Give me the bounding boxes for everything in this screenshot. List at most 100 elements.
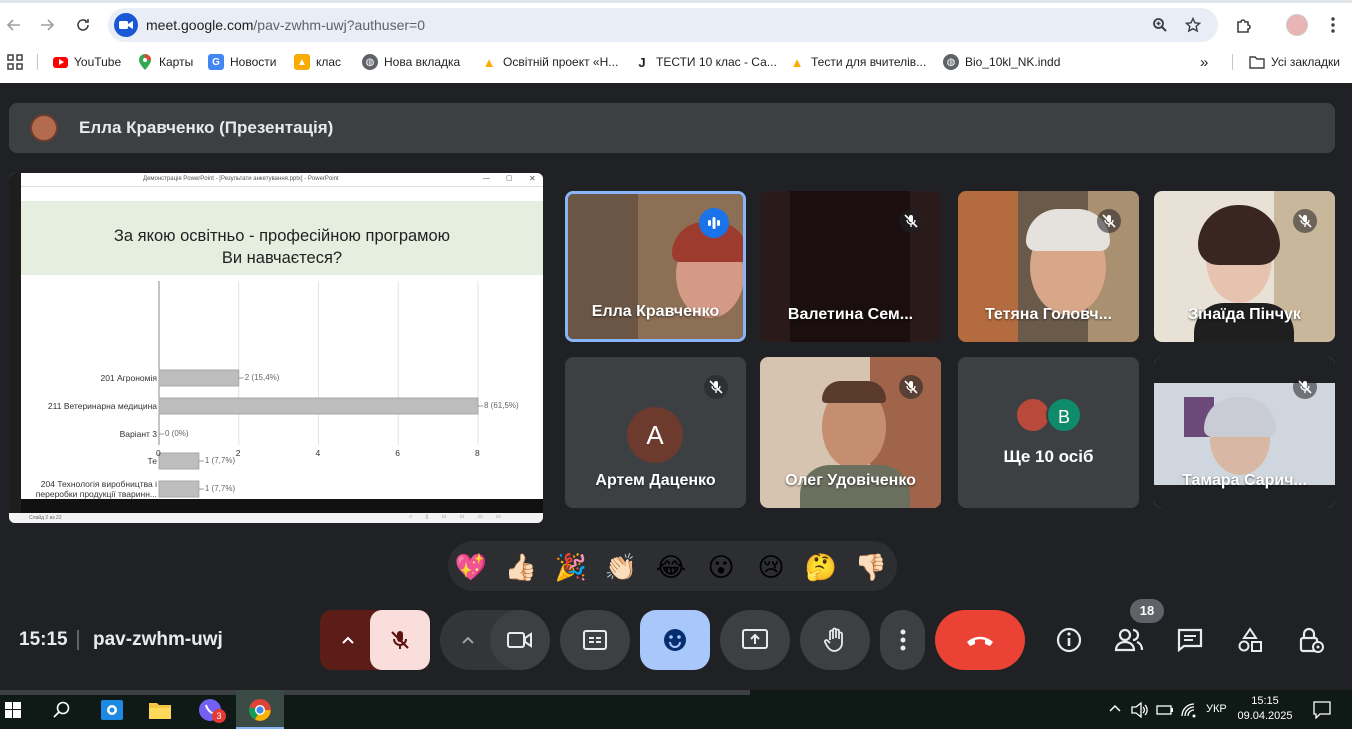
reaction-crying[interactable]: 😢 xyxy=(754,550,788,584)
reaction-thumbs-up[interactable]: 👍🏻 xyxy=(504,550,538,584)
extensions-icon[interactable] xyxy=(1231,12,1257,38)
minimize-icon[interactable]: — xyxy=(483,175,490,182)
more-options-button[interactable] xyxy=(880,610,925,670)
zoom-icon[interactable] xyxy=(1150,15,1170,35)
reaction-thinking[interactable]: 🤔 xyxy=(804,550,838,584)
reaction-surprised[interactable]: 😮 xyxy=(704,550,738,584)
bookmark-maps[interactable]: Карты xyxy=(137,52,193,72)
bookmark-bio[interactable]: ◍ Bio_10kl_NK.indd xyxy=(943,52,1060,72)
participant-initial-avatar: А xyxy=(627,407,683,463)
camera-toggle-button[interactable] xyxy=(490,610,550,670)
search-icon[interactable] xyxy=(38,690,86,729)
chat-icon[interactable] xyxy=(1173,623,1207,657)
bookmark-class[interactable]: ▲ клас xyxy=(294,52,341,72)
emoji-reactions-button[interactable] xyxy=(640,610,710,670)
reaction-sparkling-heart[interactable]: 💖 xyxy=(454,550,488,584)
chrome-taskbar-icon[interactable] xyxy=(236,690,284,729)
participant-name: Тамара Сарич... xyxy=(1182,472,1307,489)
mic-toggle-button[interactable] xyxy=(370,610,430,670)
chart-data-label: 2 (15,4%) xyxy=(244,373,280,382)
participant-tile-oleg[interactable]: Олег Удовіченко xyxy=(760,357,941,508)
bookmarks-divider xyxy=(1232,54,1233,70)
reload-button[interactable] xyxy=(69,11,97,39)
participant-name: Зінаїда Пінчук xyxy=(1188,306,1301,323)
wifi-icon[interactable] xyxy=(1180,702,1198,723)
chart-category-label: Варіант 3 xyxy=(119,429,157,439)
video-hair xyxy=(1204,397,1276,437)
meeting-code: pav-zwhm-uwj xyxy=(93,629,223,650)
profile-avatar[interactable] xyxy=(1286,14,1308,36)
participant-tile-ella[interactable]: Елла Кравченко xyxy=(565,191,746,342)
participant-tile-tetiana[interactable]: Тетяна Головч... xyxy=(958,191,1139,342)
tray-chevron-up-icon[interactable] xyxy=(1108,702,1122,716)
shared-screen[interactable]: Демонстрація PowerPoint - [Результати ан… xyxy=(9,173,543,523)
chart-x-tick-label: 8 xyxy=(475,448,480,458)
viber-icon[interactable]: 3 xyxy=(186,690,234,729)
back-button[interactable] xyxy=(0,11,28,39)
close-icon[interactable]: ✕ xyxy=(529,174,536,183)
host-controls-lock-icon[interactable] xyxy=(1294,623,1328,657)
bookmark-teacher-tests[interactable]: ▲ Тести для вчителів... xyxy=(789,52,927,72)
chart-bar xyxy=(158,480,200,498)
raise-hand-button[interactable] xyxy=(800,610,870,670)
notifications-icon[interactable] xyxy=(1313,701,1331,724)
participant-tile-tamara[interactable]: Тамара Сарич... xyxy=(1154,357,1335,508)
bell-icon: ▲ xyxy=(790,54,804,70)
windows-start-icon[interactable] xyxy=(0,690,26,729)
reaction-party-popper[interactable]: 🎉 xyxy=(554,550,588,584)
chart-category-label: Те xyxy=(147,456,157,466)
reaction-thumbs-down[interactable]: 👎🏻 xyxy=(854,550,888,584)
bookmark-news[interactable]: G Новости xyxy=(208,52,276,72)
reaction-clapping[interactable]: 👏🏻 xyxy=(604,550,638,584)
chart-x-tick-label: 6 xyxy=(395,448,400,458)
bookmark-tests-10[interactable]: J ТЕСТИ 10 клас - Са... xyxy=(634,52,776,72)
address-bar[interactable]: meet.google.com/pav-zwhm-uwj?authuser=0 xyxy=(108,8,1218,42)
bookmark-new-tab[interactable]: ◍ Нова вкладка xyxy=(362,52,460,72)
people-count-badge: 18 xyxy=(1130,599,1164,623)
smiley-icon xyxy=(664,629,686,651)
maximize-icon[interactable]: ▢ xyxy=(506,174,513,182)
leave-call-button[interactable] xyxy=(935,610,1025,670)
more-participants-label: Ще 10 осіб xyxy=(1003,447,1094,466)
captions-button[interactable] xyxy=(560,610,630,670)
bookmark-star-icon[interactable] xyxy=(1183,15,1203,35)
video-hair xyxy=(1198,205,1280,265)
participant-tile-valentina[interactable]: Валетина Сем... xyxy=(760,191,941,342)
file-explorer-icon[interactable] xyxy=(136,690,184,729)
powerpoint-statusbar: Слайд 2 из 22 ○ ▯ ▭ ▭ ▭ ▭ xyxy=(9,513,543,523)
view-controls-icon[interactable]: ○ ▯ ▭ ▭ ▭ ▭ xyxy=(409,514,507,520)
participant-tile-artem[interactable]: А Артем Даценко xyxy=(565,357,746,508)
video-options-chevron-icon[interactable] xyxy=(440,610,496,670)
all-bookmarks-button[interactable]: Усі закладки xyxy=(1249,52,1340,72)
chart-data-label: 1 (7,7%) xyxy=(204,456,236,465)
globe-icon: ◍ xyxy=(943,54,959,70)
kebab-menu-icon[interactable] xyxy=(1320,12,1346,38)
chart-x-tick-label: 2 xyxy=(235,448,241,458)
apps-grid-icon[interactable] xyxy=(7,52,23,72)
tray-clock[interactable]: 15:15 09.04.2025 xyxy=(1232,694,1298,724)
chart-bar xyxy=(158,369,240,387)
more-bookmarks-chevron-icon[interactable]: » xyxy=(1200,52,1208,72)
closed-captions-icon xyxy=(583,630,607,650)
news-icon: G xyxy=(208,54,224,70)
battery-icon[interactable] xyxy=(1156,703,1174,721)
activities-shapes-icon[interactable] xyxy=(1233,623,1267,657)
speaking-indicator-icon xyxy=(699,208,729,238)
bookmark-youtube[interactable]: YouTube xyxy=(53,52,121,72)
participant-tile-zinaida[interactable]: Зінаїда Пінчук xyxy=(1154,191,1335,342)
present-screen-button[interactable] xyxy=(720,610,790,670)
participant-name: Елла Кравченко xyxy=(591,303,720,320)
camera-app-icon[interactable] xyxy=(88,690,136,729)
people-icon[interactable] xyxy=(1112,623,1146,657)
browser-chrome: meet.google.com/pav-zwhm-uwj?authuser=0 … xyxy=(0,0,1352,83)
meeting-details-info-icon[interactable] xyxy=(1052,623,1086,657)
volume-icon[interactable] xyxy=(1131,701,1149,723)
tab-strip-edge xyxy=(0,0,1352,3)
bookmark-project[interactable]: ▲ Освітній проект «Н... xyxy=(481,52,619,72)
participant-tile-more[interactable]: В Ще 10 осіб xyxy=(958,357,1139,508)
audio-options-chevron-icon[interactable] xyxy=(320,610,376,670)
video-hair xyxy=(822,381,886,403)
forward-button[interactable] xyxy=(33,11,61,39)
reaction-tears-of-joy[interactable]: 😂 xyxy=(654,550,688,584)
input-language[interactable]: УКР xyxy=(1206,703,1227,715)
